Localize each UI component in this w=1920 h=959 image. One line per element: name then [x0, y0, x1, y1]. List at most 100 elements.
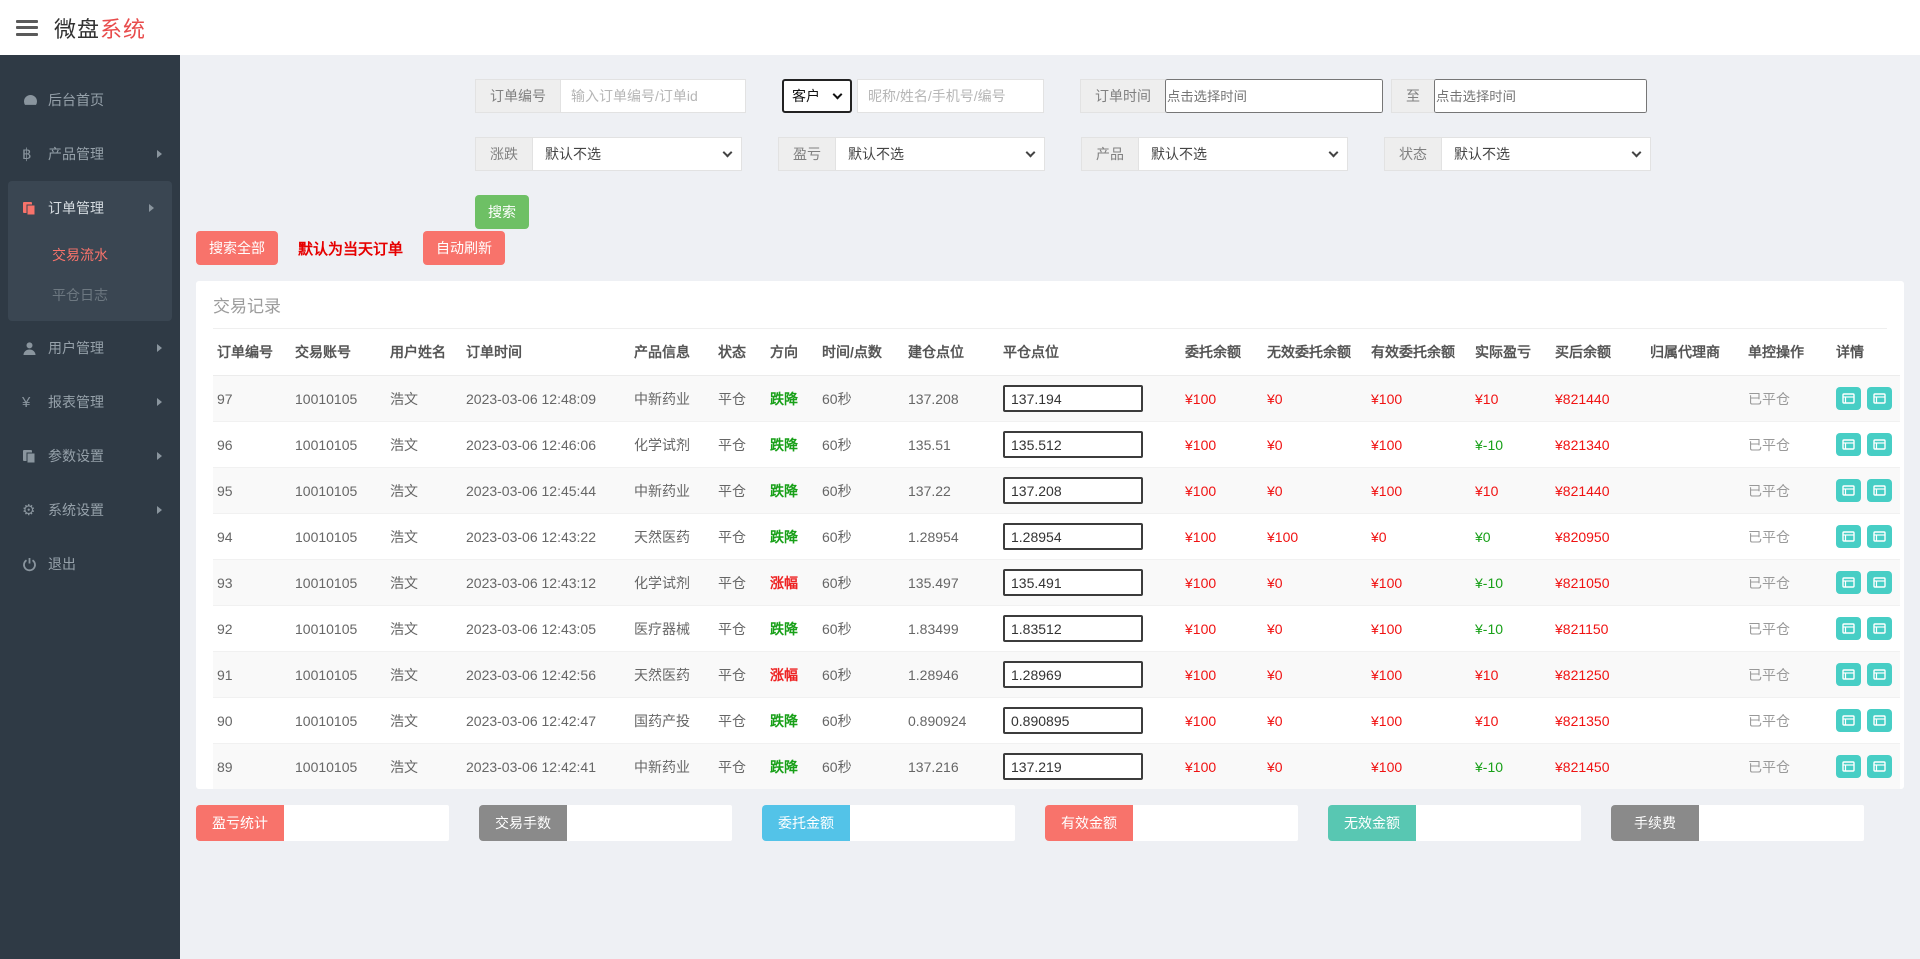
cell-product: 医疗器械: [630, 605, 714, 652]
table-row: 95 10010105 浩文 2023-03-06 12:45:44 中新药业 …: [213, 467, 1900, 514]
brand-part-black: 微盘: [54, 16, 101, 42]
filter-select[interactable]: 默认不选: [532, 137, 742, 171]
column-header: 方向: [766, 329, 818, 376]
detail-button-1[interactable]: [1836, 617, 1861, 640]
close-price-input[interactable]: [1003, 707, 1143, 734]
detail-button-1[interactable]: [1836, 525, 1861, 548]
sidebar-item-label: 系统设置: [48, 502, 104, 518]
detail-button-2[interactable]: [1867, 525, 1892, 548]
cell-agent: [1646, 421, 1744, 468]
sidebar-item-users[interactable]: 用户管理: [0, 321, 180, 375]
cell-agent: [1646, 697, 1744, 744]
filter-select[interactable]: 默认不选: [835, 137, 1045, 171]
detail-button-1[interactable]: [1836, 709, 1861, 732]
detail-button-1[interactable]: [1836, 571, 1861, 594]
auto-refresh-button[interactable]: 自动刷新: [423, 231, 506, 265]
close-price-input[interactable]: [1003, 753, 1143, 780]
detail-button-1[interactable]: [1836, 387, 1861, 410]
sidebar-item-products[interactable]: ฿ 产品管理: [0, 127, 180, 181]
cell-after-balance: ¥821450: [1555, 758, 1610, 775]
cell-actual-profit: ¥-10: [1471, 605, 1551, 652]
hamburger-menu-icon[interactable]: [16, 19, 38, 36]
search-all-button[interactable]: 搜索全部: [196, 231, 278, 265]
actions-row: 搜索全部 默认为当天订单 自动刷新: [196, 231, 1904, 265]
close-price-input[interactable]: [1003, 431, 1143, 458]
sidebar-item-params[interactable]: 参数设置: [0, 429, 180, 483]
cell-entrust-balance: ¥100: [1181, 559, 1263, 606]
cell-control-status: 已平仓: [1744, 697, 1832, 744]
sidebar-item-system[interactable]: ⚙ 系统设置: [0, 483, 180, 537]
cell-entrust-balance: ¥100: [1181, 605, 1263, 652]
brand-logo[interactable]: 微盘系统: [54, 12, 146, 44]
time-to-input[interactable]: [1434, 79, 1647, 113]
detail-button-2[interactable]: [1867, 755, 1892, 778]
customer-type-select[interactable]: 客户: [782, 79, 852, 113]
detail-button-2[interactable]: [1867, 387, 1892, 410]
detail-button-2[interactable]: [1867, 571, 1892, 594]
cell-invalid-entrust: ¥0: [1263, 605, 1367, 652]
detail-button-2[interactable]: [1867, 433, 1892, 456]
cell-product: 天然医药: [630, 513, 714, 560]
cell-close-price: [999, 697, 1181, 744]
cell-after-balance: ¥821250: [1551, 651, 1646, 698]
column-header: 买后余额: [1551, 329, 1646, 376]
cell-after-balance: ¥821340: [1551, 421, 1646, 468]
sidebar-subitem-trade-flow[interactable]: 交易流水: [8, 235, 172, 275]
time-from-input[interactable]: [1165, 79, 1383, 113]
sidebar-item-dashboard[interactable]: 后台首页: [0, 73, 180, 127]
cell-direction: 跌降: [766, 697, 818, 744]
cell-account: 10010105: [291, 513, 386, 560]
cell-control-status: 已平仓: [1744, 467, 1832, 514]
cell-agent: [1646, 651, 1744, 698]
cell-direction: 涨幅: [766, 651, 818, 698]
cell-close-price: [999, 559, 1181, 606]
cell-invalid-entrust: ¥0: [1267, 758, 1283, 775]
cell-detail: [1832, 421, 1900, 468]
cell-status: 平仓: [714, 605, 766, 652]
detail-button-2[interactable]: [1867, 663, 1892, 686]
search-button[interactable]: 搜索: [475, 195, 529, 229]
detail-button-2[interactable]: [1867, 479, 1892, 502]
cell-order-time: 2023-03-06 12:43:12: [462, 559, 630, 606]
detail-button-1[interactable]: [1836, 755, 1861, 778]
cell-actual-profit: ¥-10: [1475, 758, 1504, 775]
cell-username: 浩文: [386, 651, 462, 698]
detail-button-2[interactable]: [1867, 709, 1892, 732]
sidebar-group-orders: 订单管理 交易流水 平仓日志: [8, 181, 172, 321]
cell-direction: 跌降: [766, 467, 818, 514]
detail-button-1[interactable]: [1836, 433, 1861, 456]
filter-label: 产品: [1081, 137, 1138, 171]
cell-actual-profit: ¥10: [1471, 467, 1551, 514]
filter-select[interactable]: 默认不选: [1441, 137, 1651, 171]
close-price-input[interactable]: [1003, 523, 1143, 550]
close-price-input[interactable]: [1003, 569, 1143, 596]
detail-button-1[interactable]: [1836, 663, 1861, 686]
cell-close-price: [999, 421, 1181, 468]
customer-input[interactable]: [857, 79, 1044, 113]
order-no-input[interactable]: [560, 79, 746, 113]
cell-agent: [1646, 605, 1744, 652]
stat-label: 委托金额: [762, 805, 850, 841]
sidebar-item-orders[interactable]: 订单管理: [8, 181, 172, 235]
stat-value-box: [284, 805, 449, 841]
cell-open-price: 0.890924: [904, 697, 999, 744]
sidebar-subitem-close-log[interactable]: 平仓日志: [8, 275, 172, 315]
cell-actual-profit: ¥-10: [1471, 559, 1551, 606]
close-price-input[interactable]: [1003, 477, 1143, 504]
close-price-input[interactable]: [1003, 661, 1143, 688]
filter-select[interactable]: 默认不选: [1138, 137, 1348, 171]
detail-button-2[interactable]: [1867, 617, 1892, 640]
cell-period: 60秒: [818, 651, 904, 698]
detail-button-1[interactable]: [1836, 479, 1861, 502]
close-price-input[interactable]: [1003, 615, 1143, 642]
cell-entrust-balance: ¥100: [1181, 513, 1263, 560]
stat-value-box: [567, 805, 732, 841]
search-filter-panel: 订单编号 客户 订单时间: [475, 79, 1904, 229]
cell-status: 平仓: [714, 697, 766, 744]
main-content: 订单编号 客户 订单时间: [180, 55, 1920, 959]
sidebar-item-logout[interactable]: 退出: [0, 537, 180, 591]
table-row: 96 10010105 浩文 2023-03-06 12:46:06 化学试剂 …: [213, 421, 1900, 468]
trade-records-card: 交易记录 订单编号 交易账号 用户姓名 订单时间 产品信息 状态 方向 时间/点数 建仓点位 平仓…: [196, 281, 1904, 789]
sidebar-item-reports[interactable]: ¥ 报表管理: [0, 375, 180, 429]
close-price-input[interactable]: [1003, 385, 1143, 412]
